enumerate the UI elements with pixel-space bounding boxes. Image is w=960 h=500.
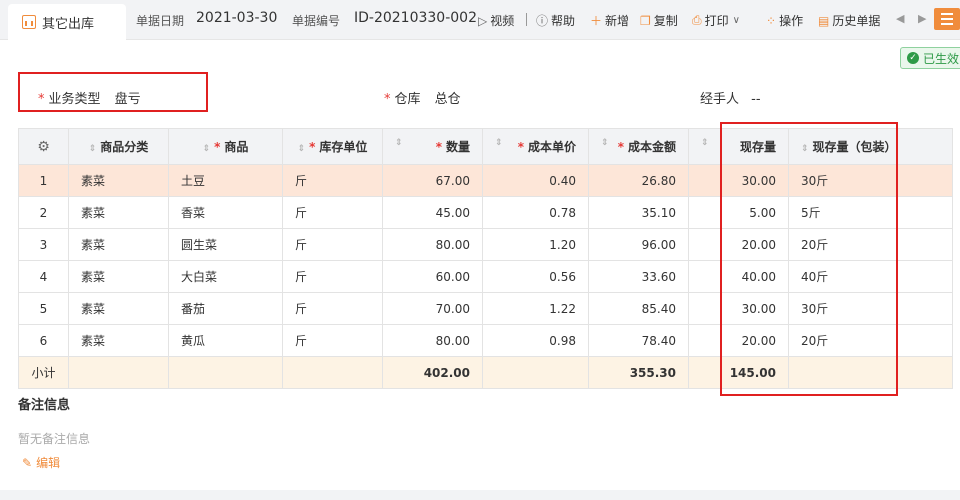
column-header[interactable]: ⇕ * 库存单位 (282, 128, 383, 165)
required-mark: * (384, 92, 391, 107)
play-icon: ▷ (478, 13, 488, 28)
status-badge: ✓ 已生效 (900, 47, 960, 69)
video-link[interactable]: ▷ 视频 (478, 12, 514, 29)
history-button[interactable]: ▤ 历史单据 (818, 12, 880, 29)
help-link[interactable]: ⓘ 帮助 (536, 12, 575, 29)
plus-icon: ＋ (590, 14, 603, 28)
divider (526, 13, 527, 26)
menu-button[interactable] (934, 8, 960, 30)
bottom-strip (0, 490, 960, 500)
grid-icon: ⁘ (766, 13, 777, 28)
warehouse-value: 总仓 (434, 92, 461, 107)
copy-icon: ❐ (640, 13, 651, 28)
history-label: 历史单据 (832, 14, 881, 28)
sort-icon: ⇕ (701, 138, 709, 148)
help-label: 帮助 (551, 14, 576, 28)
top-bar: 其它出库 单据日期 2021-03-30 单据编号 ID-20210330-00… (0, 0, 960, 40)
sort-icon: ⇕ (495, 138, 503, 148)
sort-icon: ⇕ (601, 138, 609, 148)
handler-label: 经手人 (700, 92, 740, 107)
annotation-box-stock (720, 122, 898, 396)
gear-icon: ⚙ (37, 138, 50, 155)
ops-label: 操作 (779, 14, 804, 28)
column-header[interactable]: ⇕ * 数量 (382, 128, 483, 165)
prev-arrow-icon[interactable]: ◀ (896, 12, 904, 25)
column-header[interactable]: ⇕ * 成本单价 (482, 128, 589, 165)
status-label: 已生效 (923, 51, 960, 66)
column-header[interactable]: ⇕ * 商品 (168, 128, 283, 165)
check-icon: ✓ (907, 52, 919, 64)
handler-value: -- (751, 92, 761, 107)
tab-label: 其它出库 (42, 16, 95, 32)
handler-field[interactable]: 经手人 -- (700, 88, 761, 107)
print-button[interactable]: ⎙ 打印 ∨ (692, 12, 743, 29)
edit-remarks-button[interactable]: ✎ 编辑 (22, 454, 60, 471)
doc-no-label: 单据编号 (292, 14, 341, 28)
remarks-title: 备注信息 (18, 398, 71, 413)
copy-label: 复制 (653, 14, 678, 28)
new-label: 新增 (605, 14, 630, 28)
tab-other-outbound[interactable]: 其它出库 (8, 4, 126, 40)
edit-icon: ✎ (22, 455, 33, 470)
chevron-down-icon: ∨ (732, 15, 740, 26)
remarks-empty: 暂无备注信息 (18, 432, 91, 446)
next-arrow-icon[interactable]: ▶ (918, 12, 926, 25)
operations-button[interactable]: ⁘ 操作 (766, 12, 803, 29)
sort-icon: ⇕ (202, 144, 211, 154)
video-label: 视频 (490, 14, 515, 28)
print-label: 打印 (704, 14, 729, 28)
sort-icon: ⇕ (297, 144, 306, 154)
column-header[interactable]: ⇕ * 成本金额 (588, 128, 689, 165)
doc-no-value: ID-20210330-002 (354, 10, 477, 26)
chart-icon (22, 15, 36, 29)
new-button[interactable]: ＋ 新增 (590, 12, 629, 29)
column-settings[interactable]: ⚙ (18, 128, 69, 165)
document-icon: ▤ (818, 13, 830, 28)
warehouse-label: 仓库 (394, 92, 421, 107)
date-label: 单据日期 (136, 14, 185, 28)
sort-icon: ⇕ (395, 138, 403, 148)
sort-icon: ⇕ (88, 144, 97, 154)
copy-button[interactable]: ❐ 复制 (640, 12, 678, 29)
annotation-box-biz-type (18, 72, 208, 112)
column-header[interactable]: ⇕ 商品分类 (68, 128, 169, 165)
date-value: 2021-03-30 (196, 10, 278, 26)
help-icon: ⓘ (536, 14, 549, 28)
edit-label: 编辑 (36, 456, 61, 470)
menu-icon (941, 13, 953, 15)
warehouse-field[interactable]: * 仓库 总仓 (384, 88, 461, 107)
printer-icon: ⎙ (692, 13, 702, 27)
